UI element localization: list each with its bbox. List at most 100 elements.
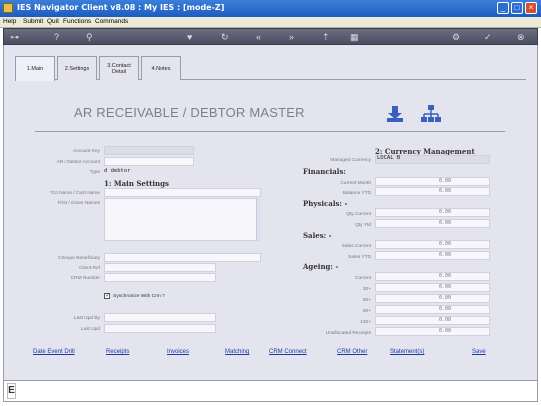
ageing-90-label: 90+ [362, 309, 371, 314]
heart-icon[interactable]: ♥ [187, 31, 192, 43]
ageing-120-value: 0.00 [438, 317, 451, 323]
sales-ytd-label: Sales YTD [348, 255, 371, 260]
grid-icon[interactable]: ▦ [350, 31, 359, 43]
balance-ytd-field[interactable] [375, 187, 490, 196]
download-icon[interactable] [385, 104, 405, 124]
close-button[interactable]: × [525, 2, 537, 14]
sync-crm-checkbox[interactable]: ✓ [104, 293, 110, 299]
help-icon[interactable]: ? [54, 31, 59, 43]
physicals-heading: Physicals: - [303, 199, 348, 208]
title-bar: IES Navigator Client v8.08 : My IES : [m… [0, 0, 541, 17]
unallocated-receipts-label: Unallocated Receipts [325, 331, 371, 336]
first-names-textarea[interactable] [104, 198, 261, 241]
sales-ytd-field[interactable] [375, 251, 490, 260]
cheque-beneficiary-field[interactable] [104, 253, 261, 262]
tab-contact-detail[interactable]: 3.Contact Detail [99, 56, 139, 80]
ageing-30-field[interactable] [375, 283, 490, 292]
forward-icon[interactable]: » [289, 31, 294, 43]
hierarchy-icon[interactable] [420, 104, 442, 124]
sync-crm-label: Synchronize With Crm ? [113, 294, 165, 299]
status-area: E [3, 380, 538, 402]
minimize-button[interactable]: _ [497, 2, 509, 14]
pin-icon[interactable]: ⇡ [322, 31, 330, 43]
ageing-90-field[interactable] [375, 305, 490, 314]
app-icon [3, 3, 13, 13]
client-ref-label: Client Ref [78, 266, 100, 271]
ageing-heading: Ageing: - [303, 262, 339, 271]
managed-currency-label: Managed Currency [330, 158, 371, 163]
menu-functions[interactable]: Functions [63, 18, 91, 25]
ageing-60-value: 0.00 [438, 295, 451, 301]
ageing-30-label: 30+ [362, 287, 371, 292]
account-key-field[interactable] [104, 146, 194, 155]
save-link[interactable]: Save [472, 349, 486, 355]
refresh-icon[interactable]: ↻ [221, 31, 229, 43]
check-icon[interactable]: ✓ [484, 31, 492, 43]
main-settings-heading: 1: Main Settings [104, 179, 169, 188]
menu-quit[interactable]: Quit [47, 18, 59, 25]
sales-current-field[interactable] [375, 240, 490, 249]
sales-heading: Sales: - [303, 231, 332, 240]
first-names-label: First / Given Names [57, 201, 100, 206]
ageing-60-label: 60+ [362, 298, 371, 303]
managed-currency-value: LOCAL B [377, 155, 401, 161]
cancel-icon[interactable]: ⊗ [517, 31, 525, 43]
type-value[interactable]: d debtor [104, 168, 131, 174]
current-month-field[interactable] [375, 177, 490, 186]
search-icon[interactable]: ⚲ [86, 31, 93, 43]
tab-settings[interactable]: 2.Settings [57, 56, 97, 80]
unallocated-receipts-value: 0.00 [438, 328, 451, 334]
divider [35, 131, 505, 132]
ageing-current-label: Current [355, 276, 371, 281]
qty-ytd-label: Qty Ytd [355, 223, 371, 228]
crm-other-link[interactable]: CRM Other [337, 349, 367, 355]
crm-number-field[interactable] [104, 273, 216, 282]
menu-help[interactable]: Help [3, 18, 16, 25]
sales-current-label: Sales Current [341, 244, 371, 249]
account-key-label: Account Key [73, 149, 100, 154]
qty-current-field[interactable] [375, 208, 490, 217]
last-upd-by-field[interactable] [104, 313, 216, 322]
tab-main[interactable]: 1.Main [15, 56, 55, 81]
qty-current-value: 0.00 [438, 209, 451, 215]
key-icon[interactable]: ⊶ [10, 31, 19, 43]
current-month-label: Current Month [340, 181, 371, 186]
ageing-60-field[interactable] [375, 294, 490, 303]
crm-connect-link[interactable]: CRM Connect [269, 349, 307, 355]
statements-link[interactable]: Statement(s) [390, 349, 424, 355]
menu-submit[interactable]: Submit [23, 18, 43, 25]
balance-ytd-value: 0.00 [438, 188, 451, 194]
sales-ytd-value: 0.00 [438, 252, 451, 258]
unallocated-receipts-field[interactable] [375, 327, 490, 336]
ar-account-field[interactable] [104, 157, 194, 166]
crm-number-label: CRM Number [70, 276, 100, 281]
tab-notes[interactable]: 4.Notes [141, 56, 181, 80]
menu-bar: Help Submit Quit Functions Commands [0, 17, 541, 28]
rewind-icon[interactable]: « [256, 31, 261, 43]
matching-link[interactable]: Matching [225, 349, 249, 355]
ar-account-label: AR / Debtor Account [56, 160, 100, 165]
client-ref-field[interactable] [104, 263, 216, 272]
cheque-beneficiary-label: Cheque Beneficiary [58, 256, 100, 261]
financials-heading: Financials: [303, 167, 346, 176]
invoices-link[interactable]: Invoices [167, 349, 189, 355]
co-name-label: *Co Name / Cust Name [49, 191, 100, 196]
tab-bar: 1.Main 2.Settings 3.Contact Detail 4.Not… [15, 52, 526, 81]
qty-ytd-field[interactable] [375, 219, 490, 228]
sales-current-value: 0.00 [438, 241, 451, 247]
qty-current-label: Qty Current [346, 212, 371, 217]
current-month-value: 0.00 [438, 178, 451, 184]
ageing-120-field[interactable] [375, 316, 490, 325]
type-label: Type [89, 170, 100, 175]
date-event-drill-link[interactable]: Date Event Drill [33, 349, 75, 355]
maximize-button[interactable]: □ [511, 2, 523, 14]
receipts-link[interactable]: Receipts [106, 349, 129, 355]
first-names-scrollbar[interactable] [256, 198, 261, 241]
window-title: IES Navigator Client v8.08 : My IES : [m… [17, 3, 225, 12]
menu-commands[interactable]: Commands [95, 18, 128, 25]
gear-icon[interactable]: ⚙ [452, 31, 460, 43]
last-upd-field[interactable] [104, 324, 216, 333]
ageing-current-field[interactable] [375, 272, 490, 281]
balance-ytd-label: Balance YTD [342, 191, 371, 196]
co-name-field[interactable] [104, 188, 261, 197]
